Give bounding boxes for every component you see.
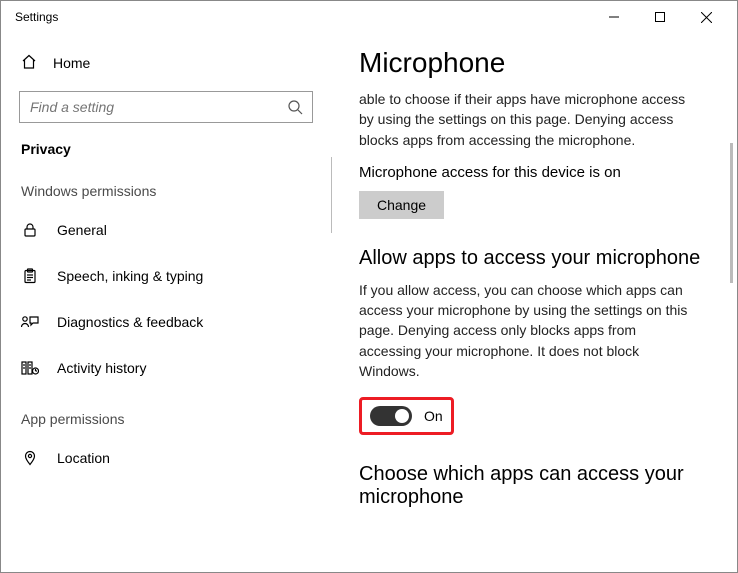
content-scrollbar[interactable]	[730, 143, 733, 283]
close-icon	[701, 12, 712, 23]
allow-apps-toggle[interactable]	[370, 406, 412, 426]
nav-label: Speech, inking & typing	[57, 268, 203, 284]
intro-text: able to choose if their apps have microp…	[359, 89, 699, 150]
page-title: Microphone	[359, 47, 709, 79]
nav-general[interactable]: General	[1, 207, 331, 253]
nav-label: Diagnostics & feedback	[57, 314, 203, 330]
toggle-state-label: On	[424, 408, 443, 424]
content-pane: Microphone able to choose if their apps …	[331, 33, 737, 572]
feedback-icon	[21, 313, 39, 331]
home-nav[interactable]: Home	[1, 43, 331, 83]
home-icon	[21, 54, 37, 73]
sidebar: Home Privacy Windows permissions General…	[1, 33, 331, 572]
location-icon	[21, 449, 39, 467]
search-icon	[287, 99, 303, 115]
lock-icon	[21, 221, 39, 239]
close-button[interactable]	[683, 1, 729, 33]
change-button[interactable]: Change	[359, 191, 444, 219]
maximize-button[interactable]	[637, 1, 683, 33]
nav-label: Location	[57, 450, 110, 466]
allow-description: If you allow access, you can choose whic…	[359, 280, 699, 381]
toggle-knob	[395, 409, 409, 423]
minimize-button[interactable]	[591, 1, 637, 33]
home-label: Home	[53, 55, 90, 71]
window-title: Settings	[9, 10, 58, 24]
active-section-label: Privacy	[1, 141, 331, 157]
activity-history-icon	[21, 359, 39, 377]
nav-activity-history[interactable]: Activity history	[1, 345, 331, 391]
mic-access-status: Microphone access for this device is on	[359, 164, 709, 181]
nav-diagnostics-feedback[interactable]: Diagnostics & feedback	[1, 299, 331, 345]
allow-toggle-highlight: On	[359, 397, 454, 435]
search-input[interactable]	[19, 91, 313, 123]
nav-location[interactable]: Location	[1, 435, 331, 481]
window-buttons	[591, 1, 729, 33]
titlebar: Settings	[1, 1, 737, 33]
clipboard-icon	[21, 267, 39, 285]
nav-label: General	[57, 222, 107, 238]
minimize-icon	[609, 12, 619, 22]
nav-label: Activity history	[57, 360, 146, 376]
group-windows-permissions: Windows permissions	[1, 183, 331, 199]
nav-speech-inking-typing[interactable]: Speech, inking & typing	[1, 253, 331, 299]
group-app-permissions: App permissions	[1, 411, 331, 427]
maximize-icon	[655, 12, 665, 22]
allow-heading: Allow apps to access your microphone	[359, 247, 709, 270]
search-box[interactable]	[19, 91, 313, 123]
choose-apps-heading: Choose which apps can access your microp…	[359, 463, 709, 509]
